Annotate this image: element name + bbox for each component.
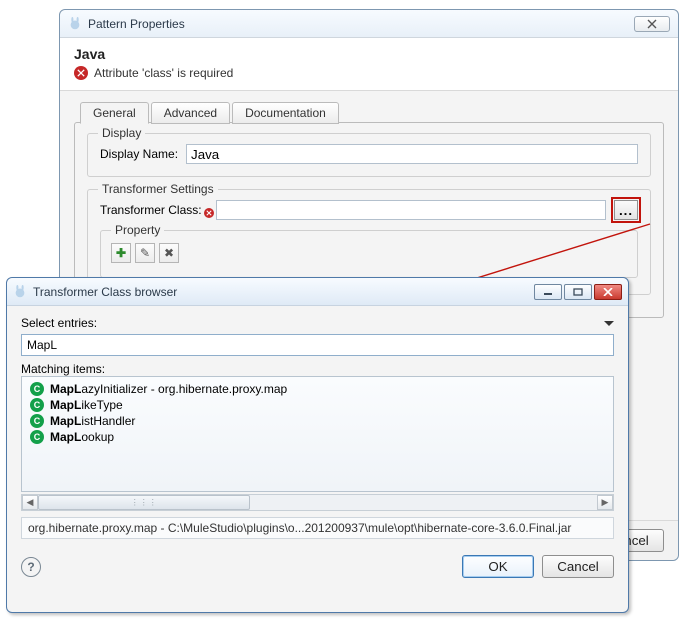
property-edit-button[interactable]: ✎ [135,243,155,263]
transformer-class-label: Transformer Class: [100,200,202,217]
close-icon [647,19,657,29]
minimize-icon [543,288,553,296]
matching-items-list: C MapLazyInitializer - org.hibernate.pro… [21,376,614,492]
minimize-button[interactable] [534,284,562,300]
list-item[interactable]: C MapLikeType [22,397,613,413]
scroll-right-button[interactable]: ▶ [597,495,613,510]
class-icon: C [30,414,44,428]
transformer-class-browse-button[interactable]: ... [614,200,638,220]
tab-documentation[interactable]: Documentation [232,102,339,124]
scroll-left-button[interactable]: ◀ [22,495,38,510]
display-name-label: Display Name: [100,147,178,161]
transformer-class-browser-dialog: Transformer Class browser Select entries… [6,277,629,613]
browser-title: Transformer Class browser [33,285,177,299]
pattern-close-button[interactable] [634,16,670,32]
select-entries-label: Select entries: [21,316,97,330]
property-legend: Property [111,223,164,237]
list-item-label: MapLazyInitializer - org.hibernate.proxy… [50,382,287,396]
browser-cancel-button[interactable]: Cancel [542,555,614,578]
browser-close-button[interactable] [594,284,622,300]
pattern-header: Java Attribute 'class' is required [60,38,678,91]
horizontal-scrollbar[interactable]: ◀ ⋮⋮⋮ ▶ [21,494,614,511]
app-icon [68,17,82,31]
page-title: Java [74,46,664,62]
error-icon [74,66,88,80]
tab-advanced[interactable]: Advanced [151,102,230,124]
list-item-label: MapLikeType [50,398,123,412]
property-delete-button[interactable]: ✖ [159,243,179,263]
display-legend: Display [98,126,145,140]
browser-footer: ? OK Cancel [7,545,628,590]
maximize-icon [573,288,583,296]
app-icon [13,285,27,299]
ok-button[interactable]: OK [462,555,534,578]
display-name-input[interactable] [186,144,638,164]
transformer-legend: Transformer Settings [98,182,218,196]
scroll-track[interactable]: ⋮⋮⋮ [38,495,597,510]
search-input[interactable] [21,334,614,356]
class-icon: C [30,382,44,396]
class-icon: C [30,398,44,412]
list-item-label: MapListHandler [50,414,135,428]
maximize-button[interactable] [564,284,592,300]
help-button[interactable]: ? [21,557,41,577]
tab-general[interactable]: General [80,102,149,124]
property-toolbar: ✚ ✎ ✖ [111,243,627,263]
error-text: Attribute 'class' is required [94,66,233,80]
list-item-label: MapLookup [50,430,114,444]
transformer-class-error-icon [204,208,214,218]
scroll-thumb[interactable]: ⋮⋮⋮ [38,495,250,510]
property-fieldset: Property ✚ ✎ ✖ [100,230,638,278]
matching-items-label: Matching items: [21,362,614,376]
select-entries-dropdown[interactable] [604,321,614,326]
list-item[interactable]: C MapLookup [22,429,613,445]
property-add-button[interactable]: ✚ [111,243,131,263]
tabs: General Advanced Documentation [74,101,664,123]
pattern-title: Pattern Properties [88,17,185,31]
transformer-class-input[interactable] [216,200,606,220]
list-item[interactable]: C MapListHandler [22,413,613,429]
selected-item-path: org.hibernate.proxy.map - C:\MuleStudio\… [21,517,614,539]
class-icon: C [30,430,44,444]
display-fieldset: Display Display Name: [87,133,651,177]
browser-titlebar[interactable]: Transformer Class browser [7,278,628,306]
list-item[interactable]: C MapLazyInitializer - org.hibernate.pro… [22,381,613,397]
error-message: Attribute 'class' is required [74,66,664,80]
close-icon [603,288,613,296]
pattern-titlebar[interactable]: Pattern Properties [60,10,678,38]
